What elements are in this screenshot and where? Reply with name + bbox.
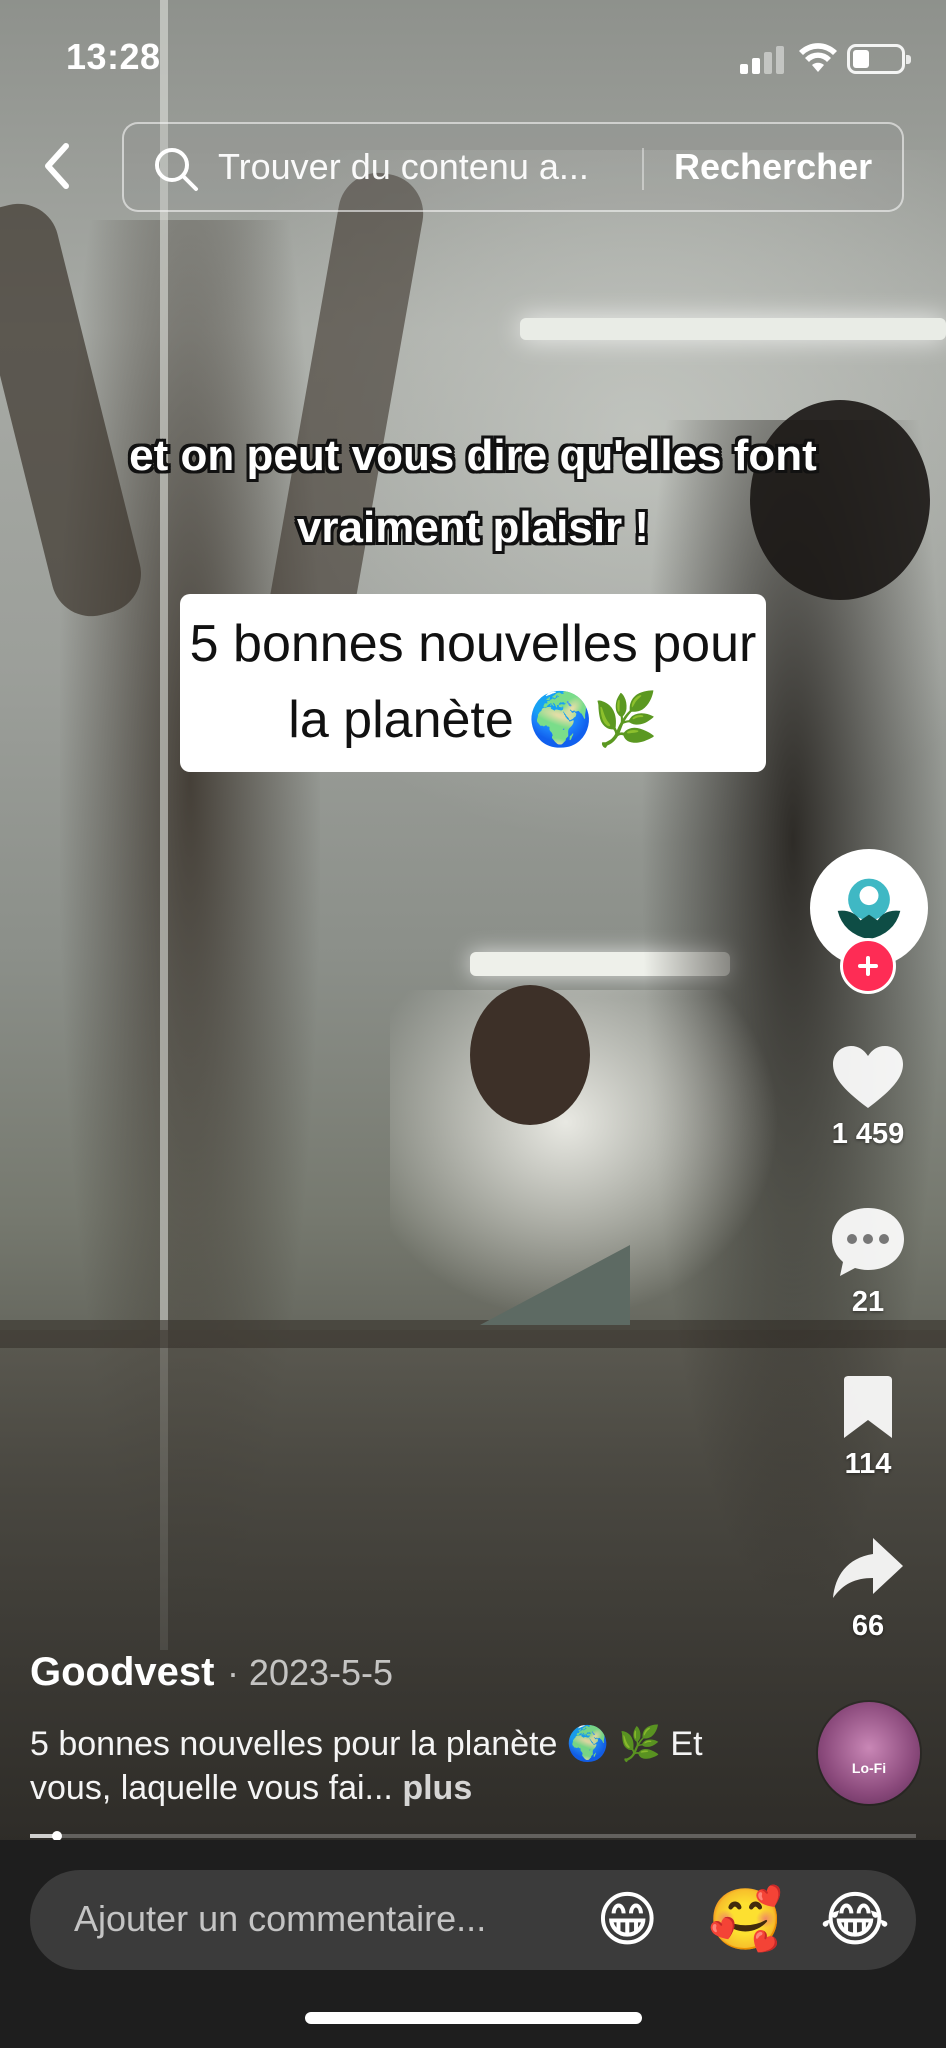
status-time: 13:28 — [66, 36, 161, 77]
like-count: 1 459 — [831, 1118, 905, 1150]
share-count: 66 — [851, 1610, 885, 1642]
share-arrow-icon — [833, 1538, 903, 1598]
wifi-icon — [799, 43, 837, 72]
comment-count: 21 — [851, 1286, 885, 1318]
search-button[interactable]: Rechercher — [674, 146, 872, 188]
post-meta: Goodvest · 2023-5-5 — [30, 1650, 393, 1695]
emoji-grin-button[interactable]: 😁 — [596, 1884, 659, 1956]
comment-bubble-icon — [832, 1208, 904, 1276]
ceiling-lamp — [520, 318, 946, 340]
more-link[interactable]: plus — [402, 1769, 472, 1807]
status-bar: 13:28 — [0, 0, 946, 110]
share-button[interactable]: 66 — [818, 1536, 918, 1643]
caption-text: 5 bonnes nouvelles pour la planète 🌍 🌿 E… — [30, 1725, 703, 1807]
bookmark-icon — [844, 1376, 892, 1438]
video-progress-bar[interactable] — [30, 1831, 916, 1841]
search-icon — [155, 148, 198, 191]
save-button[interactable]: 114 — [818, 1374, 918, 1481]
home-indicator[interactable] — [305, 2012, 642, 2024]
music-disc-label: Lo-Fi — [851, 1760, 887, 1776]
cellular-signal-icon — [740, 44, 786, 74]
search-bar[interactable]: Trouver du contenu a... Rechercher — [122, 122, 904, 212]
emoji-hearts-button[interactable]: 🥰 — [708, 1884, 783, 1956]
follow-button[interactable] — [840, 938, 896, 994]
video-player[interactable] — [0, 0, 946, 1840]
comment-button[interactable]: 21 — [818, 1206, 918, 1319]
author-name[interactable]: Goodvest — [30, 1650, 214, 1694]
post-date: · 2023-5-5 — [226, 1652, 394, 1693]
comment-input[interactable]: Ajouter un commentaire... 😁 🥰 😂 — [30, 1870, 916, 1970]
emoji-laugh-button[interactable]: 😂 — [820, 1884, 890, 1956]
like-button[interactable]: 1 459 — [818, 1044, 918, 1151]
save-count: 114 — [844, 1448, 892, 1480]
search-divider — [642, 148, 644, 190]
comment-placeholder: Ajouter un commentaire... — [74, 1898, 487, 1939]
video-subtitle: et on peut vous dire qu'elles font vraim… — [129, 431, 817, 552]
battery-icon — [847, 44, 911, 74]
back-arrow-icon[interactable] — [28, 130, 84, 202]
heart-icon — [833, 1046, 903, 1108]
video-title-card: 5 bonnes nouvelles pour la planète 🌍🌿 — [180, 594, 766, 772]
search-input[interactable]: Trouver du contenu a... — [218, 146, 589, 188]
post-caption[interactable]: 5 bonnes nouvelles pour la planète 🌍 🌿 E… — [30, 1722, 790, 1810]
music-disc[interactable]: Lo-Fi — [818, 1702, 920, 1804]
video-figure-head — [470, 985, 590, 1125]
